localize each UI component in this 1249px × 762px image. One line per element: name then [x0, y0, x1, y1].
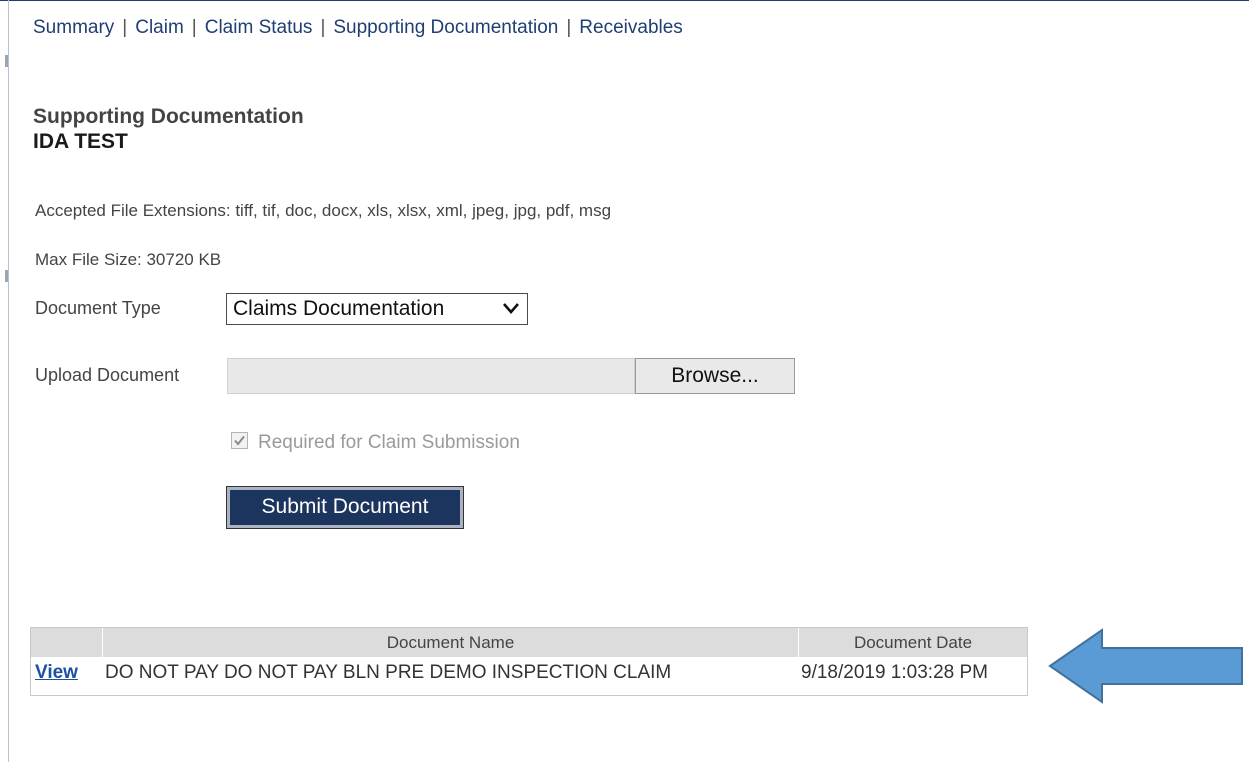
tab-claim-status[interactable]: Claim Status [205, 17, 313, 38]
document-date-cell: 9/18/2019 1:03:28 PM [801, 662, 988, 683]
upload-document-label: Upload Document [35, 365, 180, 385]
document-type-label: Document Type [35, 298, 161, 318]
table-header-action [31, 628, 103, 657]
tab-supporting-documentation[interactable]: Supporting Documentation [333, 17, 558, 38]
nav-separator: | [566, 17, 572, 38]
chevron-down-icon [503, 303, 519, 314]
max-file-size-text: Max File Size: 30720 KB [35, 250, 222, 269]
page-subtitle: IDA TEST [33, 130, 128, 153]
nav-separator: | [122, 17, 128, 38]
view-document-link[interactable]: View [35, 662, 78, 683]
required-checkbox-label: Required for Claim Submission [258, 432, 520, 453]
table-header-document-date: Document Date [799, 628, 1027, 657]
checkmark-icon [234, 435, 245, 446]
required-checkbox[interactable] [231, 432, 248, 449]
tab-receivables[interactable]: Receivables [579, 17, 683, 38]
left-tick [5, 270, 8, 282]
documents-table: Document Name Document Date View DO NOT … [30, 627, 1028, 696]
tab-claim[interactable]: Claim [135, 17, 184, 38]
nav-separator: | [320, 17, 326, 38]
table-header-document-name: Document Name [103, 628, 799, 657]
left-arrow-icon [1048, 628, 1243, 704]
document-name-cell: DO NOT PAY DO NOT PAY BLN PRE DEMO INSPE… [105, 662, 672, 683]
top-rule [0, 0, 1249, 1]
tab-nav: Summary | Claim | Claim Status | Supporting Do… [33, 17, 683, 39]
left-tick [5, 55, 8, 67]
upload-file-input[interactable] [227, 358, 635, 394]
document-type-select[interactable]: Claims Documentation [226, 293, 528, 325]
submit-document-button[interactable]: Submit Document [226, 486, 464, 529]
left-rule [8, 0, 9, 762]
browse-button[interactable]: Browse... [635, 358, 795, 394]
document-type-value: Claims Documentation [233, 297, 445, 320]
tab-summary[interactable]: Summary [33, 17, 114, 38]
accepted-extensions-text: Accepted File Extensions: tiff, tif, doc… [35, 201, 612, 220]
nav-separator: | [191, 17, 197, 38]
page-title: Supporting Documentation [33, 105, 304, 128]
